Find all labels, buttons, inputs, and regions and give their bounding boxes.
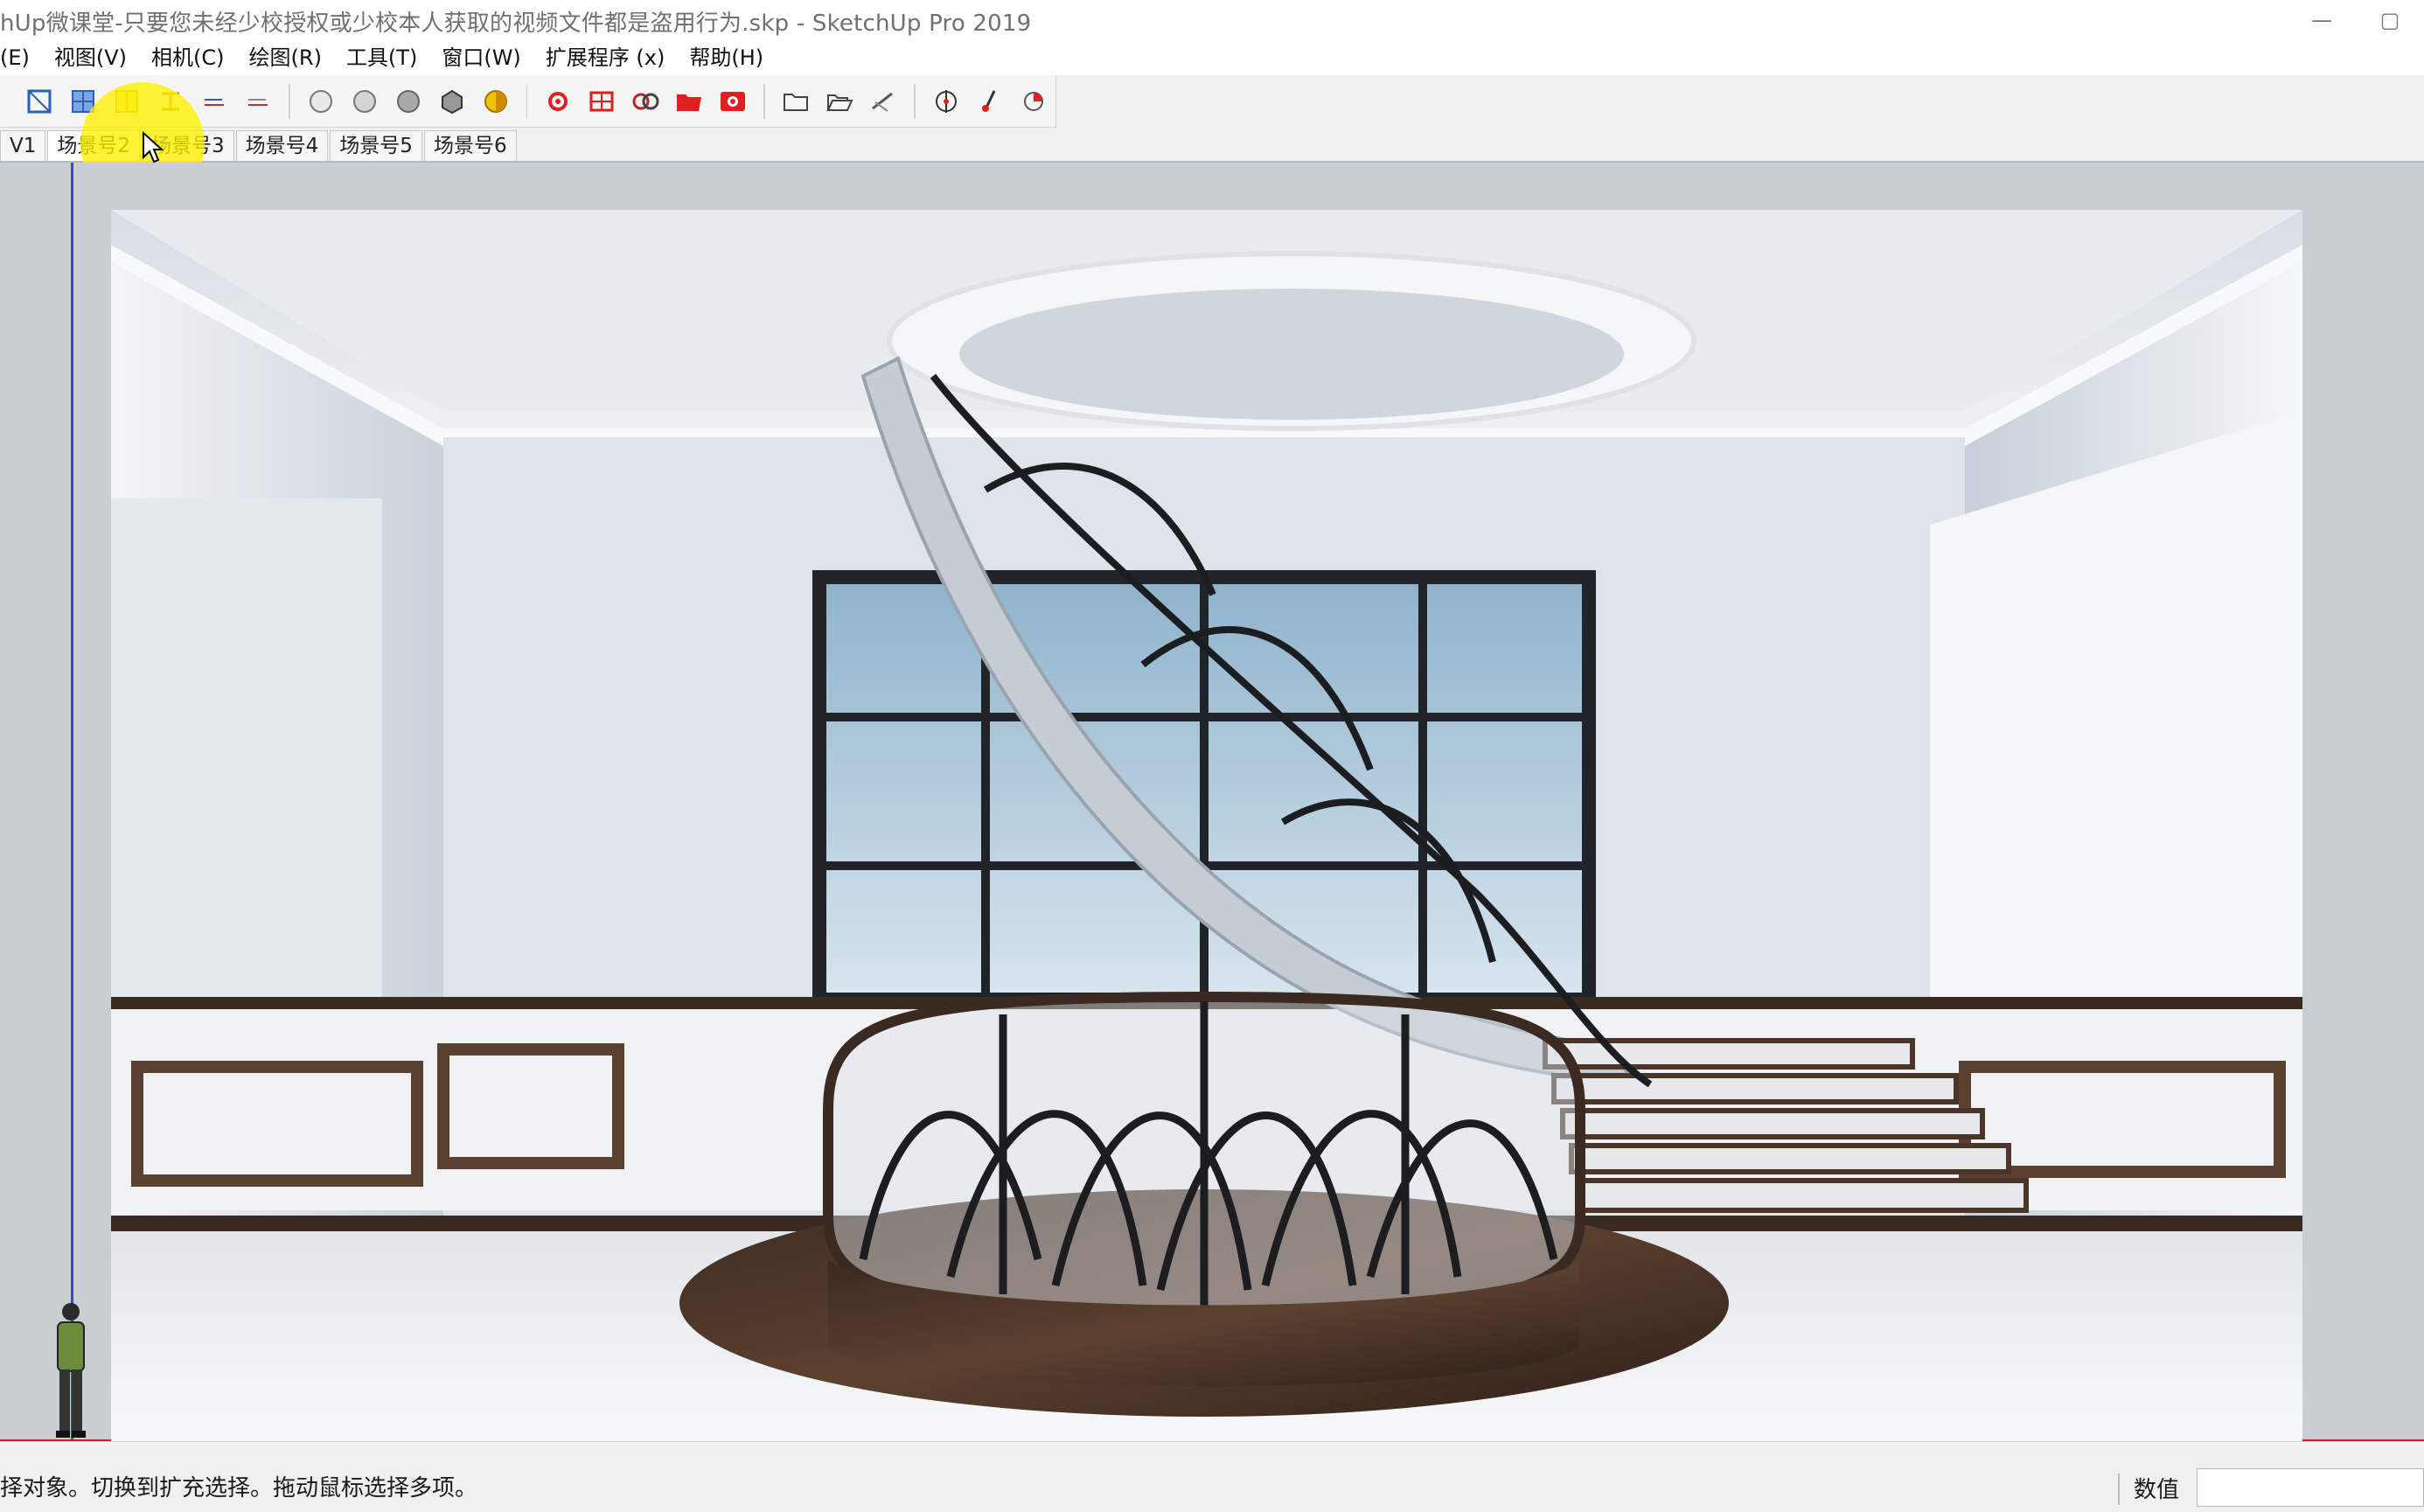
- menu-camera[interactable]: 相机(C): [139, 40, 236, 75]
- menu-window[interactable]: 窗口(W): [429, 40, 533, 75]
- section-up-icon[interactable]: [240, 82, 276, 121]
- minimize-button[interactable]: —: [2288, 0, 2356, 40]
- menu-extensions[interactable]: 扩展程序 (x): [533, 40, 678, 75]
- mouse-cursor-icon: [143, 131, 164, 164]
- shaded-icon[interactable]: [434, 82, 470, 121]
- brush-icon[interactable]: [972, 82, 1008, 121]
- menu-tools[interactable]: 工具(T): [334, 40, 429, 75]
- scene-tab-6[interactable]: 场景号6: [423, 130, 517, 161]
- measurements-label: 数值: [2134, 1477, 2180, 1503]
- hidden-line-icon[interactable]: [390, 82, 427, 121]
- geo-location-icon[interactable]: [928, 82, 965, 121]
- xray-icon[interactable]: [303, 82, 339, 121]
- status-divider: [2118, 1474, 2120, 1505]
- scene-tab-4[interactable]: 场景号4: [235, 130, 329, 161]
- open-folder-icon[interactable]: [777, 82, 814, 121]
- scale-figure-icon: [56, 1303, 86, 1438]
- section-down-icon[interactable]: [196, 82, 233, 121]
- toolbar-separator: [526, 83, 528, 119]
- menu-bar: (E) 视图(V) 相机(C) 绘图(R) 工具(T) 窗口(W) 扩展程序 (…: [0, 40, 2424, 75]
- toolbar-separator: [763, 83, 766, 119]
- scene-tabs: V1 场景号2 场景号3 场景号4 场景号5 场景号6: [0, 128, 2424, 163]
- scene-tab-5[interactable]: 场景号5: [330, 130, 422, 161]
- sketch-icon[interactable]: [865, 82, 902, 121]
- section-plane-icon[interactable]: [21, 82, 58, 121]
- model-viewport[interactable]: [0, 163, 2424, 1442]
- textured-icon[interactable]: [477, 82, 514, 121]
- open-file-icon[interactable]: [821, 82, 858, 121]
- status-hint: 择对象。切换到扩充选择。拖动鼠标选择多项。: [0, 1475, 478, 1502]
- maximize-button[interactable]: ▢: [2356, 0, 2424, 40]
- window-controls: — ▢: [2288, 0, 2424, 40]
- render-frame-icon[interactable]: [583, 82, 620, 121]
- title-bar: hUp微课堂-只要您未经少校授权或少校本人获取的视频文件都是盗用行为.skp -…: [0, 0, 2424, 40]
- measurements-input[interactable]: [2197, 1468, 2424, 1507]
- render-settings-icon[interactable]: [540, 82, 576, 121]
- toolbar-separator: [914, 83, 916, 119]
- menu-view[interactable]: 视图(V): [42, 40, 139, 75]
- shadow-toggle-icon[interactable]: [1015, 82, 1052, 121]
- staircase-render: [111, 210, 2302, 1441]
- window-title: hUp微课堂-只要您未经少校授权或少校本人获取的视频文件都是盗用行为.skp -…: [0, 10, 1032, 37]
- render-folder-icon[interactable]: [671, 82, 707, 121]
- render-start-icon[interactable]: [714, 82, 751, 121]
- menu-help[interactable]: 帮助(H): [677, 40, 776, 75]
- toolbar-separator: [288, 83, 290, 119]
- scene-tab-1[interactable]: V1: [0, 130, 46, 161]
- menu-edit[interactable]: (E): [0, 40, 42, 75]
- back-edges-icon[interactable]: [346, 82, 383, 121]
- menu-draw[interactable]: 绘图(R): [237, 40, 334, 75]
- render-camera-icon[interactable]: [627, 82, 664, 121]
- blue-axis: [71, 163, 73, 1441]
- status-bar: 择对象。切换到扩充选择。拖动鼠标选择多项。 数值: [0, 1441, 2424, 1512]
- rendered-scene-image: [111, 210, 2302, 1441]
